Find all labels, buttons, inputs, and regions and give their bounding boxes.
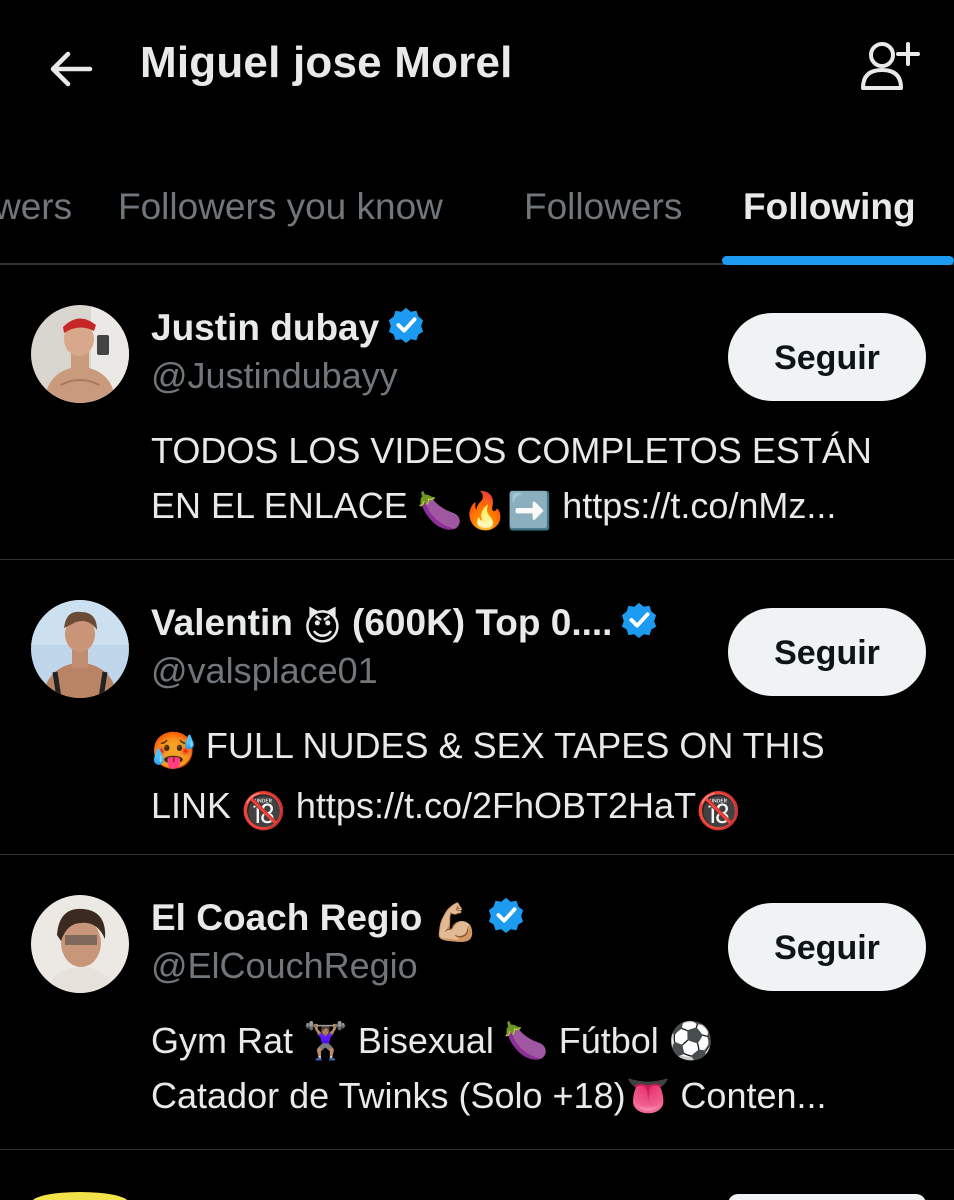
bio-text: EN EL ENLACE: [151, 485, 408, 526]
bio-link[interactable]: https://t.co/nMz...: [562, 485, 836, 526]
list-item-partial[interactable]: [0, 1150, 954, 1200]
bio-line-2: EN EL ENLACE 🍆🔥➡️ https://t.co/nMz...: [151, 478, 931, 538]
account-name[interactable]: El Coach Regio 💪🏼: [151, 896, 525, 945]
back-arrow-icon[interactable]: [44, 42, 98, 96]
bio-line-1: 🥵 FULL NUDES & SEX TAPES ON THIS: [151, 718, 931, 778]
tab-followers-partial[interactable]: wers: [0, 186, 72, 228]
account-handle[interactable]: @Justindubayy: [151, 355, 398, 397]
list-item[interactable]: El Coach Regio 💪🏼 @ElCouchRegio Seguir G…: [0, 855, 954, 1150]
bio-line-2: Catador de Twinks (Solo +18)👅 Conten...: [151, 1075, 827, 1116]
bio-emoji: 🔞: [241, 790, 286, 831]
bio-link[interactable]: https://t.co/2FhOBT2HaT: [296, 785, 696, 826]
account-name-text: El Coach Regio: [151, 897, 423, 938]
name-emoji: 😈: [303, 607, 342, 648]
account-bio: 🥵 FULL NUDES & SEX TAPES ON THIS LINK 🔞 …: [151, 718, 931, 838]
top-bar: Miguel jose Morel: [0, 0, 954, 135]
account-name[interactable]: Valentin 😈 (600K) Top 0....: [151, 601, 658, 649]
bio-line-1: TODOS LOS VIDEOS COMPLETOS ESTÁN: [151, 430, 872, 471]
follow-button[interactable]: Seguir: [728, 313, 926, 401]
account-name-text: Justin dubay: [151, 307, 380, 348]
account-name-rest: (600K) Top 0....: [352, 602, 613, 643]
account-bio: TODOS LOS VIDEOS COMPLETOS ESTÁN EN EL E…: [151, 423, 931, 538]
account-name[interactable]: Justin dubay: [151, 306, 425, 349]
avatar[interactable]: [31, 600, 129, 698]
page-title: Miguel jose Morel: [140, 38, 513, 87]
partial-row-graphics: [32, 1192, 926, 1200]
account-bio: Gym Rat 🏋🏽‍♀️ Bisexual 🍆 Fútbol ⚽ Catado…: [151, 1013, 931, 1123]
active-tab-indicator: [722, 256, 954, 265]
account-handle[interactable]: @valsplace01: [151, 650, 378, 692]
bio-text: LINK: [151, 785, 232, 826]
bio-line-2: LINK 🔞 https://t.co/2FhOBT2HaT🔞: [151, 778, 931, 838]
tab-bar: wers Followers you know Followers Follow…: [0, 150, 954, 265]
tab-followers-you-know[interactable]: Followers you know: [118, 186, 443, 228]
add-person-icon[interactable]: [858, 38, 920, 96]
bio-emoji: 🥵: [151, 730, 196, 771]
follow-button[interactable]: Seguir: [728, 608, 926, 696]
avatar[interactable]: [31, 305, 129, 403]
bio-emoji: 🍆🔥➡️: [417, 490, 553, 531]
list-item[interactable]: Justin dubay @Justindubayy Seguir TODOS …: [0, 265, 954, 560]
follow-button[interactable]: Seguir: [728, 903, 926, 991]
verified-badge-icon: [622, 602, 657, 639]
tab-following[interactable]: Following: [743, 186, 916, 228]
bio-emoji: 🔞: [696, 790, 741, 831]
name-emoji: 💪🏼: [432, 902, 479, 943]
account-name-text: Valentin: [151, 602, 293, 643]
list-item[interactable]: Valentin 😈 (600K) Top 0.... @valsplace01…: [0, 560, 954, 855]
tab-followers[interactable]: Followers: [524, 186, 682, 228]
bio-text: FULL NUDES & SEX TAPES ON THIS: [205, 725, 825, 766]
bio-line-1: Gym Rat 🏋🏽‍♀️ Bisexual 🍆 Fútbol ⚽: [151, 1020, 714, 1061]
verified-badge-icon: [389, 307, 424, 344]
verified-badge-icon: [488, 897, 523, 934]
account-handle[interactable]: @ElCouchRegio: [151, 945, 418, 987]
avatar[interactable]: [31, 895, 129, 993]
